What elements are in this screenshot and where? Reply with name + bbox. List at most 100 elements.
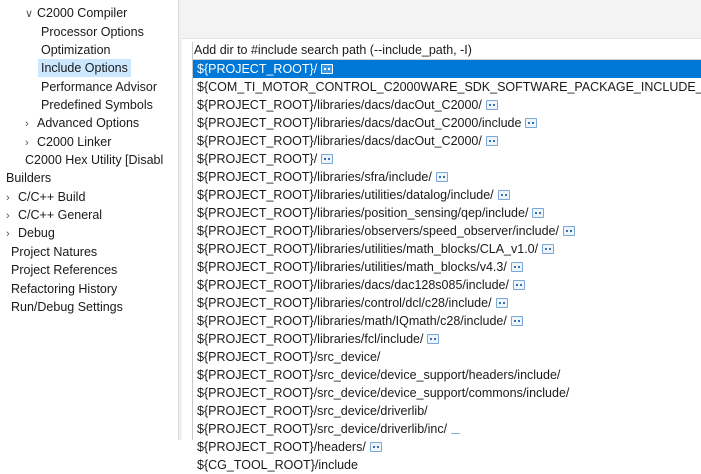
ellipsis-icon[interactable] xyxy=(525,117,538,128)
tree-item[interactable]: › C2000 Linker xyxy=(22,133,114,151)
tree-item[interactable]: › C/C++ Build xyxy=(3,188,88,206)
include-path-text: ${PROJECT_ROOT}/src_device/driverlib/ xyxy=(197,404,428,418)
tree-item[interactable]: › C/C++ General xyxy=(3,206,105,224)
tree-item-label: C/C++ General xyxy=(18,208,103,222)
include-path-row[interactable]: ${PROJECT_ROOT}/src_device/ xyxy=(193,348,701,366)
ellipsis-icon[interactable] xyxy=(369,441,382,452)
ellipsis-icon[interactable] xyxy=(510,315,523,326)
toolbar-area xyxy=(181,0,701,39)
include-path-row[interactable]: ${PROJECT_ROOT}/libraries/utilities/math… xyxy=(193,240,701,258)
include-path-row[interactable]: ${PROJECT_ROOT}/libraries/dacs/dacOut_C2… xyxy=(193,96,701,114)
tree-item[interactable]: Processor Options xyxy=(38,23,147,41)
ellipsis-icon[interactable] xyxy=(485,99,498,110)
tree-item-label: Processor Options xyxy=(41,25,144,39)
ellipsis-icon[interactable] xyxy=(542,243,555,254)
tree-item-label: Optimization xyxy=(41,43,111,57)
include-path-row[interactable]: ${PROJECT_ROOT}/libraries/sfra/include/ xyxy=(193,168,701,186)
include-path-row[interactable]: ${PROJECT_ROOT}/ xyxy=(193,150,701,168)
include-path-text: ${CG_TOOL_ROOT}/include xyxy=(197,458,358,472)
include-path-text: ${PROJECT_ROOT}/src_device/device_suppor… xyxy=(197,386,570,400)
tree-item[interactable]: Predefined Symbols xyxy=(38,96,156,114)
ellipsis-icon[interactable] xyxy=(321,63,334,74)
include-path-text: ${PROJECT_ROOT}/libraries/dacs/dacOut_C2… xyxy=(197,134,482,148)
tree-item[interactable]: ∨ C2000 Compiler xyxy=(22,4,130,22)
tree-item[interactable]: Include Options xyxy=(38,59,131,77)
include-path-text: ${PROJECT_ROOT}/libraries/dacs/dac128s08… xyxy=(197,278,509,292)
include-path-row[interactable]: ${PROJECT_ROOT}/headers/ xyxy=(193,438,701,456)
ellipsis-icon[interactable] xyxy=(435,171,448,182)
include-path-text: ${PROJECT_ROOT}/src_device/driverlib/inc… xyxy=(197,422,448,436)
include-path-text: ${PROJECT_ROOT}/libraries/control/dcl/c2… xyxy=(197,296,492,310)
tree-item-label: Project References xyxy=(11,263,118,277)
include-path-row[interactable]: ${PROJECT_ROOT}/src_device/driverlib/ xyxy=(193,402,701,420)
ellipsis-icon[interactable] xyxy=(532,207,545,218)
include-path-text: ${PROJECT_ROOT}/libraries/dacs/dacOut_C2… xyxy=(197,98,482,112)
include-path-text: ${PROJECT_ROOT}/src_device/device_suppor… xyxy=(197,368,561,382)
tree-item-label: Debug xyxy=(18,226,55,240)
include-path-text: ${PROJECT_ROOT}/libraries/position_sensi… xyxy=(197,206,529,220)
include-path-header: Add dir to #include search path (--inclu… xyxy=(194,43,472,57)
tree-item-label: C2000 Hex Utility [Disabl xyxy=(25,153,164,167)
splitter-sash[interactable] xyxy=(178,0,182,440)
include-path-text: ${PROJECT_ROOT}/libraries/math/IQmath/c2… xyxy=(197,314,507,328)
settings-tree: ∨ C2000 Compiler Processor Options Optimiza… xyxy=(0,0,178,440)
tree-item[interactable]: › Advanced Options xyxy=(22,114,142,132)
include-path-row[interactable]: ${PROJECT_ROOT}/libraries/math/IQmath/c2… xyxy=(193,312,701,330)
include-path-row[interactable]: ${PROJECT_ROOT}/libraries/observers/spee… xyxy=(193,222,701,240)
tree-item[interactable]: Optimization xyxy=(38,41,113,59)
include-path-row[interactable]: ${PROJECT_ROOT}/src_device/device_suppor… xyxy=(193,366,701,384)
include-path-text: ${PROJECT_ROOT}/ xyxy=(197,62,318,76)
tree-item-label: Advanced Options xyxy=(37,116,140,130)
chevron-right-icon[interactable]: › xyxy=(6,225,18,243)
include-path-row[interactable]: ${PROJECT_ROOT}/libraries/utilities/math… xyxy=(193,258,701,276)
include-path-row[interactable]: ${PROJECT_ROOT}/libraries/dacs/dacOut_C2… xyxy=(193,114,701,132)
chevron-down-icon[interactable]: ∨ xyxy=(25,5,37,23)
chevron-right-icon[interactable]: › xyxy=(25,115,37,133)
tree-item[interactable]: Builders xyxy=(3,169,54,187)
include-path-text: ${PROJECT_ROOT}/libraries/utilities/math… xyxy=(197,260,507,274)
include-path-row[interactable]: ${PROJECT_ROOT}/libraries/fcl/include/ xyxy=(193,330,701,348)
include-path-row[interactable]: ${PROJECT_ROOT}/libraries/control/dcl/c2… xyxy=(193,294,701,312)
include-path-text: ${PROJECT_ROOT}/libraries/dacs/dacOut_C2… xyxy=(197,116,522,130)
include-path-text: ${PROJECT_ROOT}/libraries/utilities/math… xyxy=(197,242,539,256)
tree-item[interactable]: Run/Debug Settings xyxy=(8,298,126,316)
ellipsis-icon[interactable] xyxy=(562,225,575,236)
tree-item[interactable]: Performance Advisor xyxy=(38,78,160,96)
include-path-text: ${PROJECT_ROOT}/libraries/observers/spee… xyxy=(197,224,559,238)
chevron-right-icon[interactable]: › xyxy=(25,134,37,152)
tree-item[interactable]: C2000 Hex Utility [Disabl xyxy=(22,151,166,169)
tree-item-label: Include Options xyxy=(41,61,128,75)
ellipsis-icon[interactable] xyxy=(427,333,440,344)
include-path-row[interactable]: ${PROJECT_ROOT}/libraries/dacs/dac128s08… xyxy=(193,276,701,294)
tree-item-label: C2000 Linker xyxy=(37,135,112,149)
include-path-text: ${PROJECT_ROOT}/headers/ xyxy=(197,440,366,454)
chevron-right-icon[interactable]: › xyxy=(6,189,18,207)
tree-item-label: C2000 Compiler xyxy=(37,6,128,20)
ellipsis-icon[interactable] xyxy=(497,189,510,200)
tree-item-label: Project Natures xyxy=(11,245,98,259)
tree-item[interactable]: Refactoring History xyxy=(8,280,120,298)
underline-icon[interactable] xyxy=(451,429,461,435)
include-path-row[interactable]: ${PROJECT_ROOT}/src_device/device_suppor… xyxy=(193,384,701,402)
include-path-row[interactable]: ${PROJECT_ROOT}/libraries/position_sensi… xyxy=(193,204,701,222)
include-path-text: ${PROJECT_ROOT}/libraries/utilities/data… xyxy=(197,188,494,202)
include-path-text: ${PROJECT_ROOT}/libraries/sfra/include/ xyxy=(197,170,432,184)
tree-item-label: C/C++ Build xyxy=(18,190,86,204)
ellipsis-icon[interactable] xyxy=(485,135,498,146)
ellipsis-icon[interactable] xyxy=(512,279,525,290)
ellipsis-icon[interactable] xyxy=(495,297,508,308)
include-path-row[interactable]: ${PROJECT_ROOT}/libraries/dacs/dacOut_C2… xyxy=(193,132,701,150)
include-path-row[interactable]: ${COM_TI_MOTOR_CONTROL_C2000WARE_SDK_SOF… xyxy=(193,78,701,96)
ellipsis-icon[interactable] xyxy=(321,153,334,164)
tree-item-label: Builders xyxy=(6,171,52,185)
include-path-row[interactable]: ${PROJECT_ROOT}/libraries/utilities/data… xyxy=(193,186,701,204)
include-path-row[interactable]: ${CG_TOOL_ROOT}/include xyxy=(193,456,701,474)
include-path-row[interactable]: ${PROJECT_ROOT}/src_device/driverlib/inc… xyxy=(193,420,701,438)
tree-item-label: Refactoring History xyxy=(11,282,118,296)
tree-item[interactable]: › Debug xyxy=(3,224,58,242)
tree-item[interactable]: Project Natures xyxy=(8,243,100,261)
chevron-right-icon[interactable]: › xyxy=(6,207,18,225)
include-path-row[interactable]: ${PROJECT_ROOT}/ xyxy=(193,60,701,78)
tree-item[interactable]: Project References xyxy=(8,261,120,279)
ellipsis-icon[interactable] xyxy=(510,261,523,272)
